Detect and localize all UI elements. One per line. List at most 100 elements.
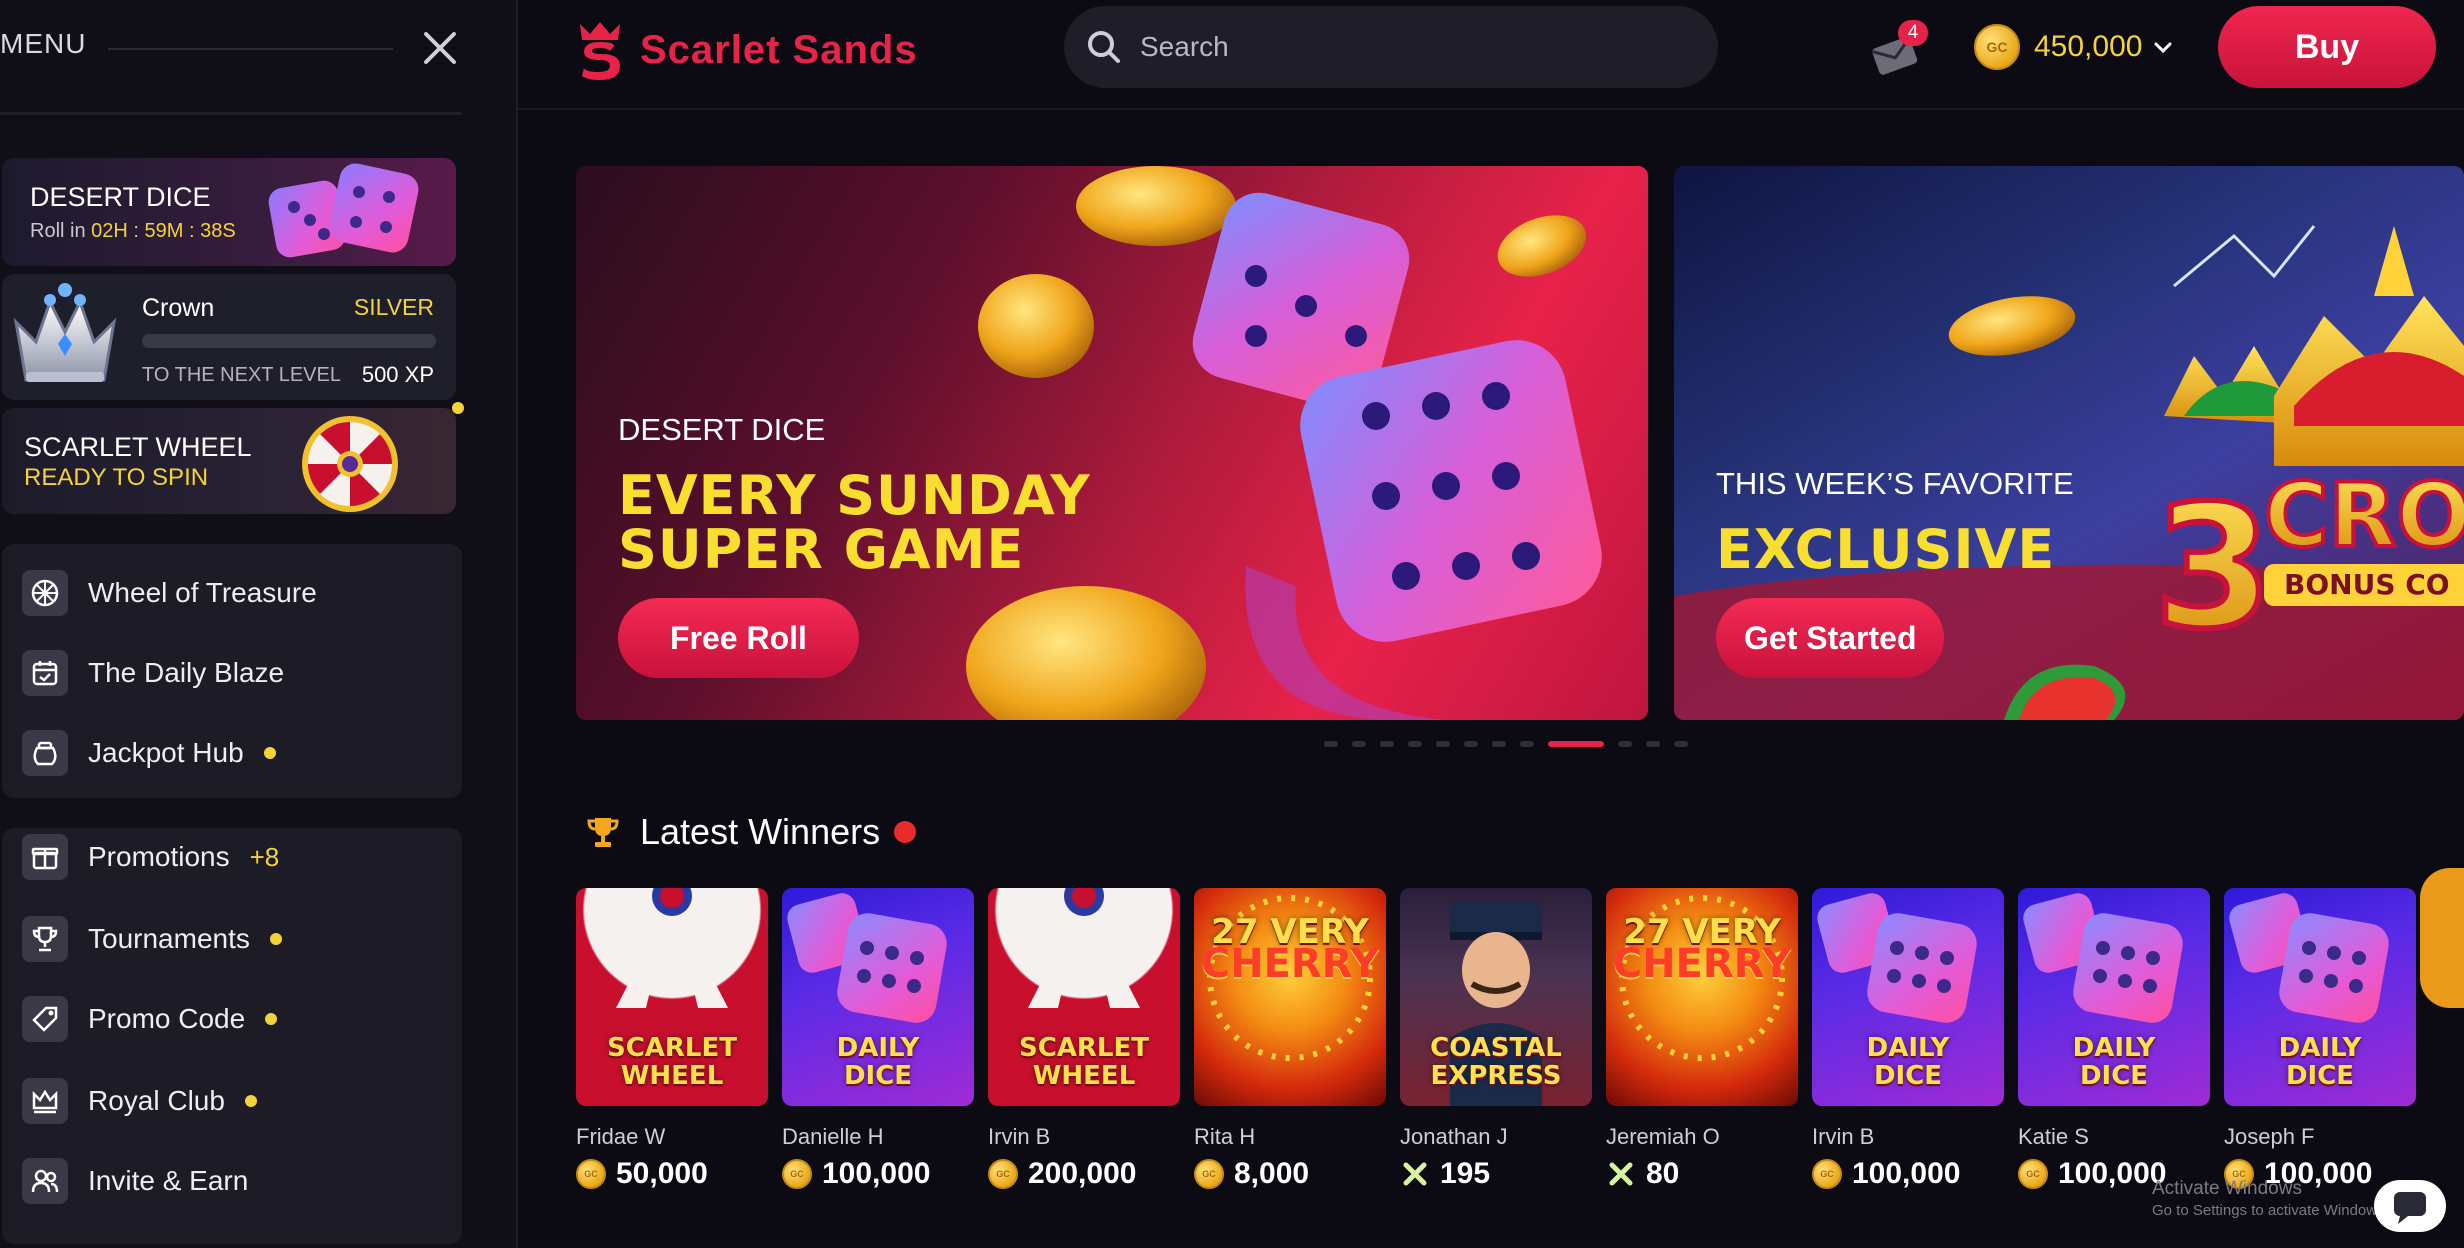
menu-title: MENU	[0, 28, 87, 59]
nav-item-daily-blaze[interactable]: The Daily Blaze	[22, 646, 442, 700]
search-input[interactable]	[1140, 31, 1700, 63]
nav-item-jackpot-hub[interactable]: Jackpot Hub	[22, 726, 442, 780]
winner-amount: GC 100,000	[2018, 1156, 2166, 1192]
nav-label: Promotions	[88, 841, 230, 872]
winner-amount: GC 100,000	[782, 1156, 930, 1192]
crown-level-card[interactable]: Crown SILVER TO THE NEXT LEVEL 500 XP	[2, 274, 456, 400]
carousel-dot[interactable]	[1436, 741, 1450, 747]
winner-game-tile[interactable]: 27 VERY CHERRY	[1606, 888, 1798, 1106]
nav-label: Invite & Earn	[88, 1165, 249, 1196]
dice-icon	[268, 163, 419, 258]
banner-kicker: THIS WEEK’S FAVORITE	[1716, 466, 2074, 501]
gold-coin-icon: GC	[782, 1159, 812, 1189]
carousel-dot[interactable]	[1380, 741, 1394, 747]
carousel-dot[interactable]	[1548, 741, 1604, 747]
nav-item-tournaments[interactable]: Tournaments	[22, 912, 442, 966]
winner-game-tile[interactable]: 27 VERY CHERRY	[1194, 888, 1386, 1106]
winner-game-tile[interactable]: SCARLET WHEEL	[988, 888, 1180, 1106]
carousel-dot[interactable]	[1408, 741, 1422, 747]
watermark-line1: Activate Windows	[2152, 1178, 2302, 1199]
close-menu-button[interactable]	[420, 28, 460, 68]
chat-support-button[interactable]	[2374, 1180, 2446, 1232]
winner-name: Fridae W	[576, 1124, 666, 1149]
brand-logo[interactable]: Scarlet Sands	[574, 14, 918, 86]
prize-wheel-icon	[302, 416, 398, 512]
nav-item-invite-earn[interactable]: Invite & Earn	[22, 1154, 442, 1208]
trophy-icon	[587, 818, 619, 847]
roll-timer: 02H : 59M : 38S	[91, 220, 236, 242]
banner-headline-line2: SUPER GAME	[618, 518, 1025, 581]
three-crowns-digit: 3	[2154, 469, 2272, 667]
desert-dice-countdown: Roll in 02H : 59M : 38S	[30, 220, 236, 243]
carousel-dot[interactable]	[1674, 741, 1688, 747]
winner-game-tile[interactable]: DAILY DICE	[782, 888, 974, 1106]
winner-game-tile[interactable]: SCARLET WHEEL	[576, 888, 768, 1106]
sidebar-header: MENU	[0, 0, 518, 100]
winner-name: Jonathan J	[1400, 1124, 1508, 1149]
scarlet-sands-logo-icon	[580, 22, 620, 80]
new-indicator-dot	[263, 747, 276, 759]
winner-amount-value: 100,000	[1852, 1157, 1961, 1190]
winner-game-tile[interactable]: DAILY DICE	[1812, 888, 2004, 1106]
chat-icon	[2394, 1192, 2426, 1224]
winner-game-tile[interactable]: COASTAL EXPRESS	[1400, 888, 1592, 1106]
winner-amount: GC 100,000	[1812, 1156, 1960, 1192]
live-indicator-dot	[894, 821, 917, 843]
side-widget-tab[interactable]	[2420, 868, 2464, 1008]
carousel-dot[interactable]	[1618, 741, 1632, 747]
winner-amount-value: 50,000	[616, 1157, 708, 1190]
scarlet-wheel-card[interactable]: SCARLET WHEEL READY TO SPIN	[2, 408, 456, 514]
winner-amount: 80	[1606, 1156, 1679, 1192]
nav-item-wheel-of-treasure[interactable]: Wheel of Treasure	[22, 566, 442, 620]
winner-name: Joseph F	[2224, 1124, 2315, 1149]
new-indicator-dot	[244, 1095, 257, 1107]
messages-button[interactable]: 4	[1866, 20, 1930, 76]
wheel-notification-dot	[452, 402, 464, 414]
gold-coin-icon: GC	[1812, 1159, 1842, 1189]
crown-level-name: Crown	[142, 294, 215, 322]
carousel-dot[interactable]	[1464, 741, 1478, 747]
game-title-line1: SCARLET	[1018, 1033, 1149, 1063]
desert-dice-card[interactable]: DESERT DICE Roll in 02H : 59M : 38S	[2, 158, 456, 266]
carousel-dot[interactable]	[1492, 741, 1506, 747]
free-roll-button[interactable]: Free Roll	[618, 598, 859, 678]
multiplier-x-icon	[1403, 1162, 1427, 1186]
search-bar[interactable]	[1064, 6, 1718, 88]
get-started-button[interactable]: Get Started	[1716, 598, 1945, 678]
nav-item-royal-club[interactable]: Royal Club	[22, 1074, 442, 1128]
nav-label: The Daily Blaze	[88, 657, 285, 688]
carousel-dot[interactable]	[1520, 741, 1534, 747]
banner-kicker: DESERT DICE	[618, 412, 826, 447]
winner-game-tile[interactable]: DAILY DICE	[2224, 888, 2416, 1106]
multiplier-x-icon	[1609, 1162, 1633, 1186]
carousel-dot[interactable]	[1646, 741, 1660, 747]
carousel-dot[interactable]	[1352, 741, 1366, 747]
search-icon	[1088, 31, 1120, 63]
gold-coin-icon: GC	[1974, 24, 2020, 70]
gift-icon	[22, 834, 68, 880]
winner-game-tile[interactable]: DAILY DICE	[2018, 888, 2210, 1106]
sidebar-separator	[0, 112, 462, 115]
nav-item-promotions[interactable]: Promotions +8	[22, 830, 442, 884]
game-title-line1: SCARLET	[606, 1033, 737, 1063]
nav-item-promo-code[interactable]: Promo Code	[22, 992, 442, 1046]
buy-button[interactable]: Buy	[2218, 6, 2436, 88]
close-icon	[424, 32, 456, 64]
game-title-line1: DAILY	[2072, 1033, 2156, 1063]
winner-name: Danielle H	[782, 1124, 884, 1149]
gold-coin-icon: GC	[576, 1159, 606, 1189]
game-title-line2: CHERRY	[1200, 941, 1380, 987]
winner-name: Jeremiah O	[1606, 1124, 1720, 1149]
winner-amount-value: 100,000	[822, 1157, 931, 1190]
xp-remaining: 500 XP	[361, 362, 434, 387]
hero-banner-exclusive[interactable]: 3 CROW BONUS CO THIS WEEK’S FAVORITE EXC…	[1674, 166, 2464, 720]
winner-amount-value: 195	[1440, 1157, 1491, 1190]
game-title-line2: DICE	[843, 1061, 913, 1091]
balance-selector[interactable]: GC 450,000	[1974, 22, 2174, 72]
game-title-line2: CHERRY	[1612, 941, 1792, 987]
hero-banner-desert-dice[interactable]: DESERT DICE EVERY SUNDAY SUPER GAME Free…	[576, 166, 1648, 720]
carousel-dot[interactable]	[1324, 741, 1338, 747]
new-indicator-dot	[265, 1013, 278, 1025]
game-title-line2: WHEEL	[1032, 1061, 1136, 1091]
promotions-count-badge: +8	[249, 841, 280, 872]
